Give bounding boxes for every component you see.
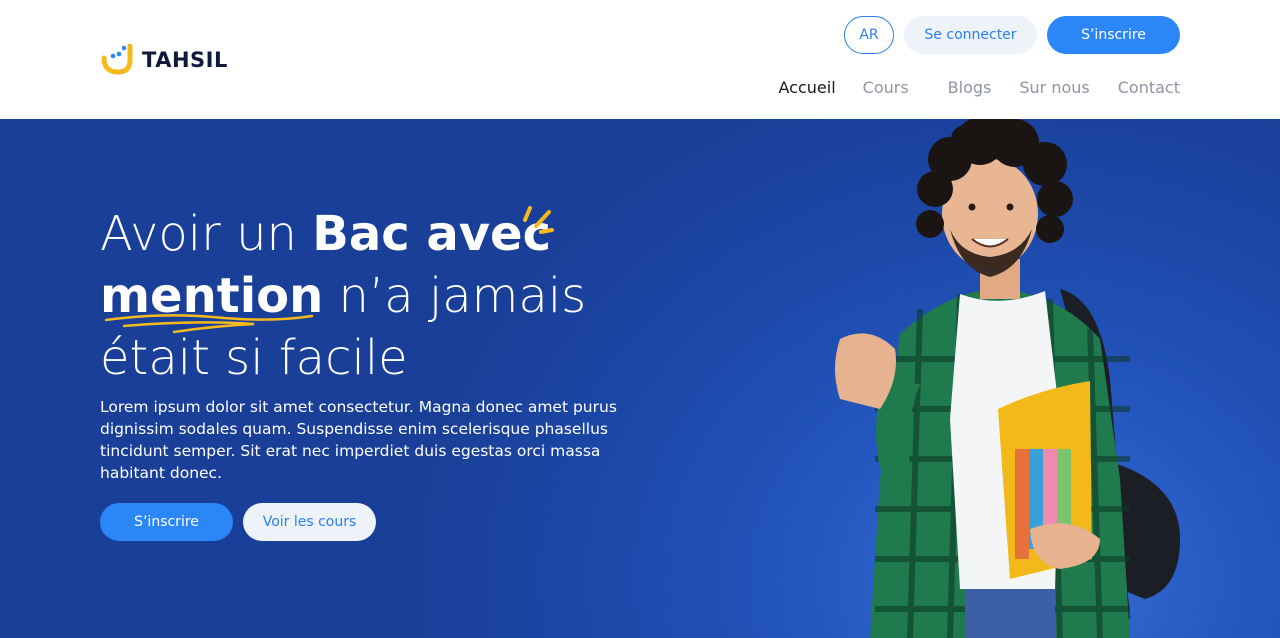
language-toggle-button[interactable]: AR — [844, 16, 894, 54]
signup-button[interactable]: S’inscrire — [1047, 16, 1180, 54]
logo[interactable]: TAHSIL — [100, 44, 228, 76]
headline-text-1: Avoir un — [100, 206, 313, 262]
nav-item-accueil[interactable]: Accueil — [779, 78, 836, 97]
sparkle-icon — [523, 206, 554, 234]
underline-swash-icon — [104, 314, 314, 334]
nav-item-sur-nous[interactable]: Sur nous — [1019, 78, 1089, 97]
hero-headline: Avoir un Bac avec mention n’a jamais éta… — [100, 203, 660, 389]
nav-item-blogs[interactable]: Blogs — [948, 78, 992, 97]
hero-section: Avoir un Bac avec mention n’a jamais éta… — [0, 119, 1280, 638]
site-header: TAHSIL AR Se connecter S’inscrire Accuei… — [0, 0, 1280, 119]
headline-text-2: n’a jamais — [323, 268, 587, 324]
header-actions: AR Se connecter S’inscrire — [844, 16, 1180, 54]
view-courses-button[interactable]: Voir les cours — [243, 503, 376, 541]
nav-item-cours-label: Cours — [862, 78, 909, 97]
login-button[interactable]: Se connecter — [904, 16, 1037, 54]
logo-text: TAHSIL — [142, 48, 228, 72]
main-nav: Accueil Cours Blogs Sur nous Contact — [779, 78, 1180, 97]
hero-signup-button[interactable]: S’inscrire — [100, 503, 233, 541]
hero-description: Lorem ipsum dolor sit amet consectetur. … — [100, 398, 617, 482]
headline-bold-1: Bac avec — [312, 206, 552, 262]
logo-icon — [101, 44, 133, 75]
headline-text-3: était si facile — [100, 330, 408, 386]
nav-item-cours[interactable]: Cours — [863, 78, 909, 97]
nav-item-contact[interactable]: Contact — [1118, 78, 1180, 97]
hero-cta-group: S’inscrire Voir les cours — [100, 503, 376, 541]
student-image — [835, 119, 1180, 638]
